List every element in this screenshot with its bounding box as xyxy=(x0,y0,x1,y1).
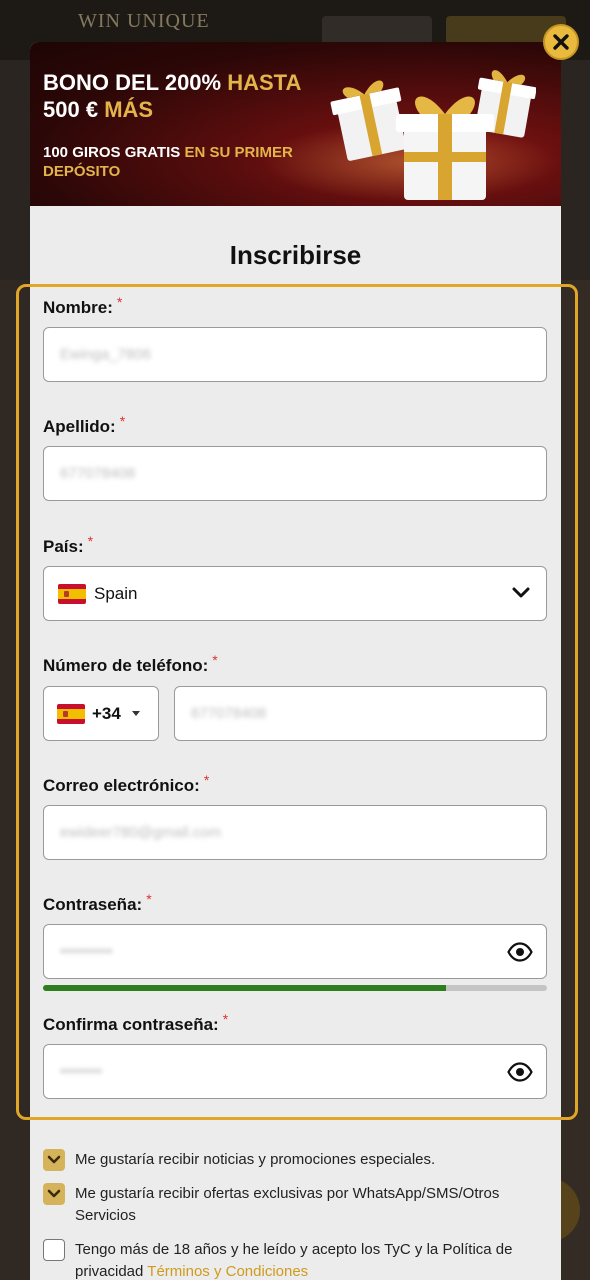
close-icon xyxy=(553,34,569,50)
consent-news-row[interactable]: Me gustaría recibir noticias y promocion… xyxy=(43,1149,535,1171)
chevron-down-icon xyxy=(512,587,530,598)
banner-sub-part-1: 100 GIROS GRATIS xyxy=(43,144,181,161)
checkmark-icon xyxy=(47,1189,61,1198)
banner-title-part-2: HASTA xyxy=(227,70,302,95)
required-mark: * xyxy=(146,891,152,907)
password-input[interactable]: •••••••••• xyxy=(43,924,547,979)
banner-title: BONO DEL 200% HASTA 500 € MÁS xyxy=(43,69,301,123)
spain-flag-icon xyxy=(57,704,85,724)
banner-title-part-4: MÁS xyxy=(104,97,154,122)
show-password-eye-icon[interactable] xyxy=(507,942,533,962)
password-label: Contraseña: * xyxy=(43,891,152,915)
password-strength-bar xyxy=(43,985,547,991)
required-mark: * xyxy=(119,413,126,429)
consent-terms-checkbox[interactable] xyxy=(43,1239,65,1261)
gift-boxes-icon xyxy=(330,70,536,200)
first-name-label-text: Nombre: xyxy=(43,298,113,317)
banner-title-part-3: 500 € xyxy=(43,97,99,122)
confirm-password-label-text: Confirma contraseña: xyxy=(43,1015,219,1034)
required-mark: * xyxy=(203,772,210,788)
phone-code-value: +34 xyxy=(92,704,121,723)
required-mark: * xyxy=(87,533,94,549)
email-value: ewideer780@gmail.com xyxy=(60,824,222,841)
first-name-input[interactable]: Ewinga_7806 xyxy=(43,327,547,382)
email-label: Correo electrónico: * xyxy=(43,772,209,796)
phone-input[interactable]: 677078408 xyxy=(174,686,547,741)
site-logo: WIN UNIQUE xyxy=(78,10,210,32)
site-login-button xyxy=(322,16,432,44)
bonus-banner: BONO DEL 200% HASTA 500 € MÁS 100 GIROS … xyxy=(30,42,561,206)
confirm-password-label: Confirma contraseña: * xyxy=(43,1011,228,1035)
form-title: Inscribirse xyxy=(229,240,362,270)
consent-whatsapp-checkbox[interactable] xyxy=(43,1183,65,1205)
show-password-eye-icon[interactable] xyxy=(507,1062,533,1082)
password-strength-fill xyxy=(43,985,447,991)
country-select[interactable]: Spain xyxy=(43,566,547,621)
consent-whatsapp-text: Me gustaría recibir ofertas exclusivas p… xyxy=(75,1185,500,1224)
consent-terms-text: Tengo más de 18 años y he leído y acepto… xyxy=(75,1239,535,1280)
consent-news-checkbox[interactable] xyxy=(43,1149,65,1171)
consent-terms-row[interactable]: Tengo más de 18 años y he leído y acepto… xyxy=(43,1239,535,1280)
country-label-text: País: xyxy=(43,537,84,556)
last-name-label: Apellido: * xyxy=(43,413,125,437)
terms-link[interactable]: Términos y Condiciones xyxy=(147,1263,308,1280)
first-name-label: Nombre: * xyxy=(43,294,122,318)
phone-value: 677078408 xyxy=(191,705,267,722)
first-name-value: Ewinga_7806 xyxy=(60,346,151,363)
close-button[interactable] xyxy=(543,24,579,60)
required-mark: * xyxy=(212,652,218,668)
checkmark-icon xyxy=(47,1155,61,1164)
consent-whatsapp-row[interactable]: Me gustaría recibir ofertas exclusivas p… xyxy=(43,1183,535,1227)
phone-label: Número de teléfono: * xyxy=(43,652,218,676)
confirm-password-value: •••••••• xyxy=(60,1063,103,1080)
required-mark: * xyxy=(116,294,123,310)
banner-subtitle: 100 GIROS GRATIS EN SU PRIMER DEPÓSITO xyxy=(43,143,333,181)
banner-title-part-1: BONO DEL 200% xyxy=(43,70,222,95)
email-label-text: Correo electrónico: xyxy=(43,776,200,795)
password-label-text: Contraseña: xyxy=(43,895,143,914)
spain-flag-icon xyxy=(58,584,86,604)
caret-down-icon xyxy=(132,711,140,716)
country-label: País: * xyxy=(43,533,93,557)
last-name-input[interactable]: 677078408 xyxy=(43,446,547,501)
last-name-value: 677078408 xyxy=(60,465,136,482)
last-name-label-text: Apellido: xyxy=(43,417,116,436)
required-mark: * xyxy=(222,1011,229,1027)
email-input[interactable]: ewideer780@gmail.com xyxy=(43,805,547,860)
consent-news-text: Me gustaría recibir noticias y promocion… xyxy=(75,1151,436,1168)
phone-country-code-select[interactable]: +34 xyxy=(43,686,159,741)
confirm-password-input[interactable]: •••••••• xyxy=(43,1044,547,1099)
password-value: •••••••••• xyxy=(60,943,113,960)
country-value: Spain xyxy=(94,584,138,603)
phone-label-text: Número de teléfono: xyxy=(43,656,209,675)
